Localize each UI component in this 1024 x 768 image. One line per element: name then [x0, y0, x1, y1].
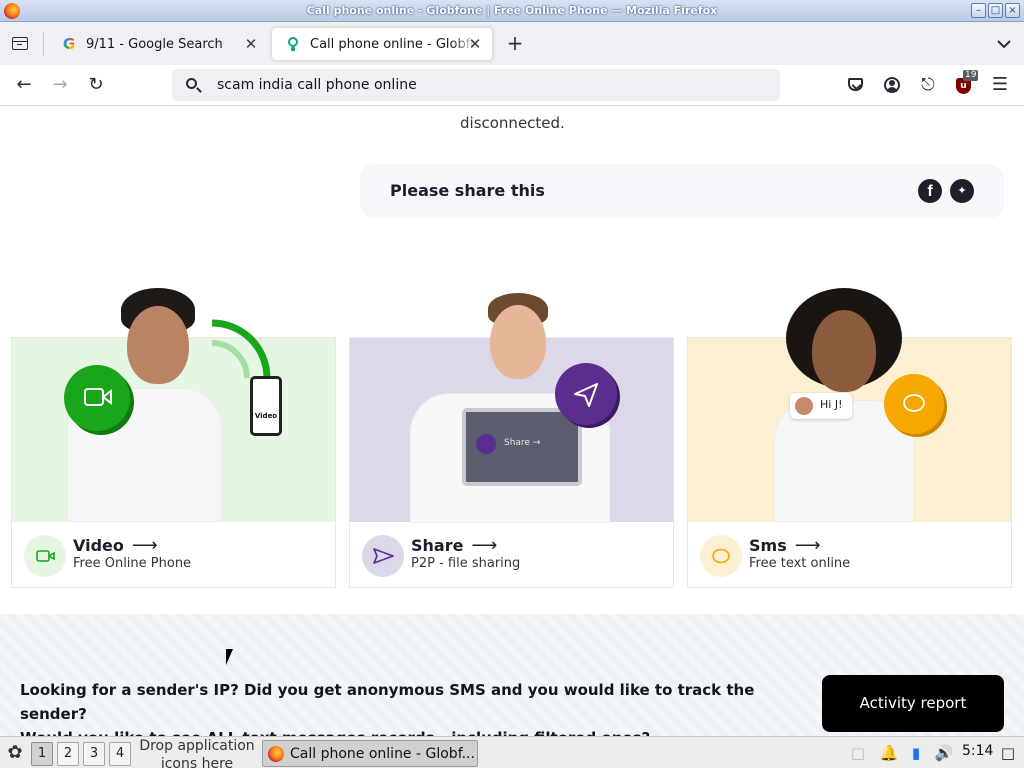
video-title[interactable]: Video ⟶	[73, 535, 158, 556]
workspace-1[interactable]: 1	[31, 742, 53, 766]
tab-google-search[interactable]: G 9/11 - Google Search ✕	[48, 28, 268, 60]
bell-icon[interactable]: 🔔	[878, 743, 900, 763]
window-title: Call phone online - Globfone | Free Onli…	[306, 4, 718, 17]
phone-illustration: Video	[250, 376, 282, 436]
url-bar[interactable]: scam india call phone online	[172, 69, 780, 101]
mouse-cursor-icon	[226, 649, 233, 665]
sms-subtitle: Free text online	[749, 556, 851, 571]
tab-list-icon	[12, 37, 28, 50]
share-text: Please share this	[390, 181, 545, 200]
window-titlebar[interactable]: Call phone online - Globfone | Free Onli…	[0, 0, 1024, 22]
forward-button[interactable]: →	[48, 73, 72, 97]
close-window-button[interactable]: ×	[1005, 3, 1020, 18]
avatar	[795, 397, 813, 415]
chevron-down-icon	[997, 40, 1011, 49]
sms-title[interactable]: Sms ⟶	[749, 535, 821, 556]
drop-area-label: Drop application icons here	[139, 738, 255, 768]
google-icon: G	[62, 35, 76, 53]
navigation-toolbar: ← → ↻ scam india call phone online ⎋ u 1…	[0, 65, 1024, 106]
account-icon[interactable]	[881, 74, 903, 96]
extensions-icon[interactable]: ⎋	[917, 74, 939, 96]
banner-line-1: Looking for a sender's IP? Did you get a…	[20, 681, 755, 723]
chat-bubble: Hi J!	[790, 393, 852, 419]
back-button[interactable]: ←	[12, 73, 36, 97]
workspace-2[interactable]: 2	[57, 742, 79, 766]
workspace-4[interactable]: 4	[109, 742, 131, 766]
page-content: disconnected. Please share this f ✦ Vide…	[0, 106, 1024, 736]
chat-bubble-text: Hi J!	[820, 398, 843, 411]
phone-label: Video	[254, 412, 278, 420]
video-camera-bubble	[64, 365, 130, 431]
share-box: Please share this f ✦	[360, 164, 1004, 218]
tray-placeholder-icon: □	[850, 744, 866, 762]
url-text[interactable]: scam india call phone online	[217, 77, 417, 93]
window-controls: – □ ×	[971, 3, 1020, 18]
screen: Call phone online - Globfone | Free Onli…	[0, 0, 1024, 768]
sms-card[interactable]: Hi J! Sms ⟶ Free text online	[687, 288, 1012, 588]
maximize-button[interactable]: □	[988, 3, 1003, 18]
taskbar-firefox-window[interactable]: Call phone online - Globf...	[262, 740, 478, 767]
banner-text: Looking for a sender's IP? Did you get a…	[20, 678, 780, 736]
tracking-banner: Looking for a sender's IP? Did you get a…	[0, 614, 1024, 736]
signal-arcs-icon	[211, 319, 271, 379]
close-tab-icon[interactable]: ✕	[242, 35, 260, 53]
twitter-icon[interactable]: ✦	[950, 179, 974, 203]
clipboard-icon[interactable]: ▮	[906, 743, 926, 763]
share-title[interactable]: Share ⟶	[411, 535, 497, 556]
sms-footer-icon	[700, 535, 742, 577]
tab-label: 9/11 - Google Search	[86, 36, 223, 52]
laptop-label: Share →	[504, 438, 541, 448]
reload-button[interactable]: ↻	[84, 73, 108, 97]
share-subtitle: P2P - file sharing	[411, 556, 521, 571]
paper-plane-icon	[574, 383, 598, 407]
workspace-3[interactable]: 3	[83, 742, 105, 766]
pocket-icon[interactable]	[845, 74, 867, 96]
tab-globfone[interactable]: Call phone online - Globfone | Free Onli…	[272, 28, 492, 60]
volume-icon[interactable]: 🔊	[933, 743, 955, 763]
close-tab-icon[interactable]: ✕	[466, 35, 484, 53]
activity-report-button[interactable]: Activity report	[822, 675, 1004, 732]
sms-bubble	[884, 374, 944, 434]
disconnected-text: disconnected.	[460, 114, 565, 132]
share-footer-icon	[362, 535, 404, 577]
task-label: Call phone online - Globf...	[290, 746, 475, 762]
minimize-button[interactable]: –	[971, 3, 986, 18]
firefox-icon	[268, 746, 284, 762]
facebook-icon[interactable]: f	[918, 179, 942, 203]
list-all-tabs-button[interactable]	[992, 32, 1016, 56]
search-icon	[186, 78, 197, 89]
hamburger-menu-icon[interactable]: ☰	[989, 74, 1011, 96]
bulb-icon	[285, 36, 301, 52]
ublock-icon[interactable]: u 19	[953, 70, 979, 96]
tab-separator	[43, 32, 44, 56]
show-desktop-icon[interactable]: □	[998, 743, 1018, 763]
banner-line-2: Would you like to see ALL text messages …	[20, 726, 780, 736]
send-bubble	[555, 363, 617, 425]
share-card[interactable]: Share → Share ⟶ P2P - file sharing	[349, 293, 674, 588]
clock[interactable]: 5:14	[962, 743, 993, 759]
start-menu-icon[interactable]: ✿	[3, 741, 27, 765]
tab-strip: G 9/11 - Google Search ✕ Call phone onli…	[0, 22, 1024, 65]
taskbar: ✿ 1 2 3 4 Drop application icons here Ca…	[0, 736, 1024, 768]
video-camera-icon	[84, 388, 112, 406]
tab-list-button[interactable]	[8, 32, 32, 56]
new-tab-button[interactable]: +	[503, 32, 527, 56]
video-card[interactable]: Video Video ⟶ Free Online Phone	[11, 288, 336, 588]
ublock-count: 19	[963, 70, 979, 81]
message-icon	[903, 394, 925, 412]
video-subtitle: Free Online Phone	[73, 556, 192, 571]
tab-label: Call phone online - Globfone | Free Onli…	[310, 36, 477, 52]
video-footer-icon	[24, 535, 66, 577]
